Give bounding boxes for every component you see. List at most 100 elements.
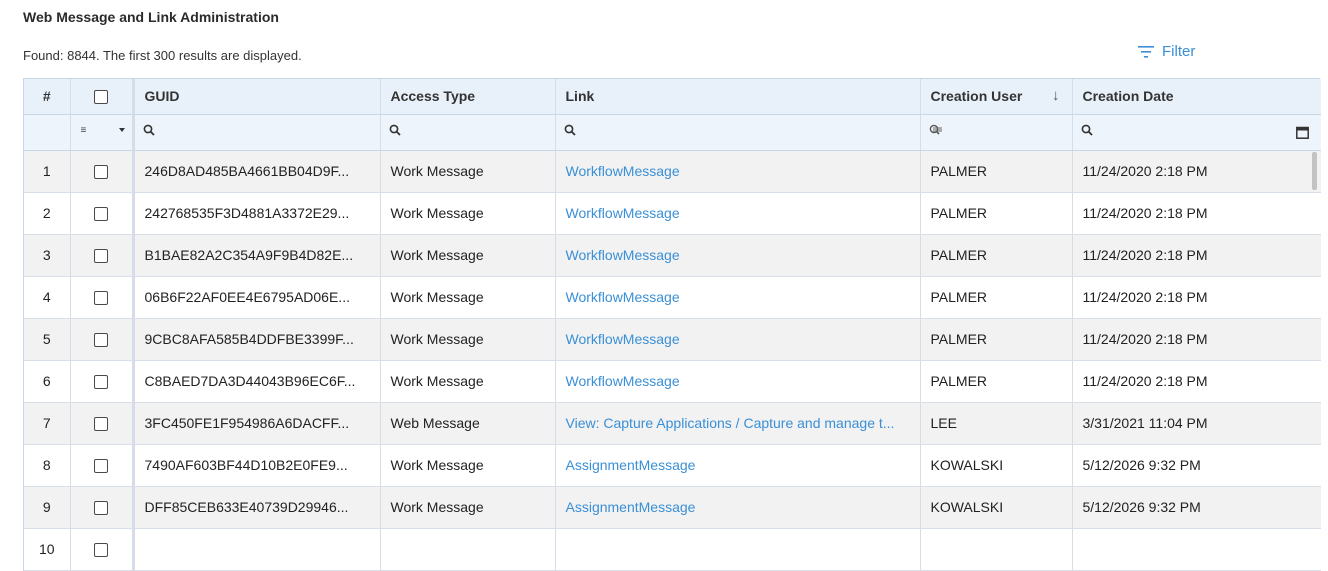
column-header-link[interactable]: Link <box>555 79 921 115</box>
access-type-cell: Work Message <box>380 276 556 319</box>
row-number: 9 <box>24 486 71 529</box>
table-row[interactable]: 10 <box>24 528 1321 571</box>
table-row[interactable]: 7 3FC450FE1F954986A6DACFF... Web Message Vi… <box>24 402 1321 445</box>
search-icon <box>389 123 401 141</box>
table-row[interactable]: 2 242768535F3D4881A3372E29... Work Message… <box>24 192 1321 235</box>
link[interactable]: WorkflowMessage <box>566 373 680 389</box>
table-row[interactable]: 8 7490AF603BF44D10B2E0FE9... Work Message A… <box>24 444 1321 487</box>
filter-cell-select[interactable]: ≡ <box>70 114 135 151</box>
creation-user-cell: PALMER <box>920 360 1073 403</box>
search-icon <box>564 123 576 141</box>
access-type-cell: Work Message <box>380 318 556 361</box>
results-count: Found: 8844. The first 300 results are d… <box>23 48 302 63</box>
row-select-cell <box>70 360 135 403</box>
column-header-access-type[interactable]: Access Type <box>380 79 556 115</box>
column-header-number: # <box>24 79 71 115</box>
row-checkbox[interactable] <box>94 249 108 264</box>
table-row[interactable]: 9 DFF85CEB633E40739D29946... Work Message A… <box>24 486 1321 529</box>
guid-cell: 246D8AD485BA4661BB04D9F... <box>133 150 381 193</box>
link[interactable]: WorkflowMessage <box>566 289 680 305</box>
row-checkbox[interactable] <box>94 417 108 432</box>
page-title: Web Message and Link Administration <box>23 9 279 25</box>
row-select-cell <box>70 444 135 487</box>
creation-user-cell: PALMER <box>920 150 1073 193</box>
row-number: 4 <box>24 276 71 319</box>
link-cell <box>555 528 921 571</box>
creation-date-cell: 11/24/2020 2:18 PM <box>1072 234 1321 277</box>
creation-date-cell: 11/24/2020 2:18 PM <box>1072 192 1321 235</box>
row-checkbox[interactable] <box>94 543 108 558</box>
filter-guid[interactable] <box>133 114 381 151</box>
link-cell: WorkflowMessage <box>555 150 921 193</box>
row-checkbox[interactable] <box>94 333 108 348</box>
guid-cell <box>133 528 381 571</box>
select-all-checkbox[interactable] <box>94 90 108 105</box>
creation-date-cell: 11/24/2020 2:18 PM <box>1072 150 1321 193</box>
vertical-scrollbar[interactable] <box>1312 152 1317 190</box>
link[interactable]: WorkflowMessage <box>566 205 680 221</box>
creation-user-cell: PALMER <box>920 318 1073 361</box>
column-header-creation-user[interactable]: Creation User ↓ <box>920 79 1073 115</box>
link[interactable]: AssignmentMessage <box>566 457 696 473</box>
guid-cell: C8BAED7DA3D44043B96EC6F... <box>133 360 381 403</box>
search-icon <box>143 123 155 141</box>
link-cell: WorkflowMessage <box>555 192 921 235</box>
row-select-cell <box>70 192 135 235</box>
row-select-cell <box>70 486 135 529</box>
row-checkbox[interactable] <box>94 375 108 390</box>
select-all-cell <box>70 79 135 115</box>
creation-date-cell: 5/12/2026 9:32 PM <box>1072 486 1321 529</box>
link-cell: WorkflowMessage <box>555 318 921 361</box>
row-number: 7 <box>24 402 71 445</box>
row-checkbox[interactable] <box>94 459 108 474</box>
access-type-cell: Work Message <box>380 486 556 529</box>
row-checkbox[interactable] <box>94 165 108 180</box>
link[interactable]: View: Capture Applications / Capture and… <box>566 415 895 431</box>
row-select-cell <box>70 402 135 445</box>
creation-date-cell: 5/12/2026 9:32 PM <box>1072 444 1321 487</box>
filter-creation-date[interactable] <box>1072 114 1321 151</box>
link[interactable]: AssignmentMessage <box>566 499 696 515</box>
table-row[interactable]: 4 06B6F22AF0EE4E6795AD06E... Work Message W… <box>24 276 1321 319</box>
creation-date-cell: 11/24/2020 2:18 PM <box>1072 360 1321 403</box>
row-checkbox[interactable] <box>94 291 108 306</box>
link[interactable]: WorkflowMessage <box>566 247 680 263</box>
table-row[interactable]: 3 B1BAE82A2C354A9F9B4D82E... Work Message W… <box>24 234 1321 277</box>
creation-date-cell: 3/31/2021 11:04 PM <box>1072 402 1321 445</box>
guid-cell: 7490AF603BF44D10B2E0FE9... <box>133 444 381 487</box>
filter-link[interactable] <box>555 114 921 151</box>
creation-user-cell: KOWALSKI <box>920 486 1073 529</box>
chevron-down-icon <box>118 127 125 132</box>
link[interactable]: WorkflowMessage <box>566 331 680 347</box>
filter-creation-user[interactable] <box>920 114 1073 151</box>
filter-access-type[interactable] <box>380 114 556 151</box>
creation-user-cell: KOWALSKI <box>920 444 1073 487</box>
row-select-cell <box>70 318 135 361</box>
guid-cell: 242768535F3D4881A3372E29... <box>133 192 381 235</box>
column-header-guid[interactable]: GUID <box>133 79 381 115</box>
link-cell: WorkflowMessage <box>555 360 921 403</box>
sort-descending-icon[interactable]: ↓ <box>1052 87 1060 104</box>
access-type-cell: Work Message <box>380 150 556 193</box>
access-type-cell: Work Message <box>380 234 556 277</box>
table-row[interactable]: 6 C8BAED7DA3D44043B96EC6F... Work Message W… <box>24 360 1321 403</box>
search-icon <box>1081 123 1093 141</box>
row-number: 5 <box>24 318 71 361</box>
creation-date-cell: 11/24/2020 2:18 PM <box>1072 276 1321 319</box>
access-type-cell: Work Message <box>380 444 556 487</box>
table-row[interactable]: 5 9CBC8AFA585B4DDFBE3399F... Work Message W… <box>24 318 1321 361</box>
link[interactable]: WorkflowMessage <box>566 163 680 179</box>
filter-cell-number <box>24 114 71 151</box>
row-checkbox[interactable] <box>94 207 108 222</box>
calendar-icon[interactable] <box>1296 126 1309 144</box>
row-select-cell <box>70 150 135 193</box>
row-checkbox[interactable] <box>94 501 108 516</box>
checkbox-filter-icon[interactable]: ≡ <box>81 125 125 136</box>
creation-date-cell <box>1072 528 1321 571</box>
row-select-cell <box>70 276 135 319</box>
row-select-cell <box>70 234 135 277</box>
column-header-creation-date[interactable]: Creation Date <box>1072 79 1321 115</box>
filter-button[interactable]: Filter <box>1138 43 1195 60</box>
row-number: 3 <box>24 234 71 277</box>
table-row[interactable]: 1 246D8AD485BA4661BB04D9F... Work Message W… <box>24 150 1321 193</box>
